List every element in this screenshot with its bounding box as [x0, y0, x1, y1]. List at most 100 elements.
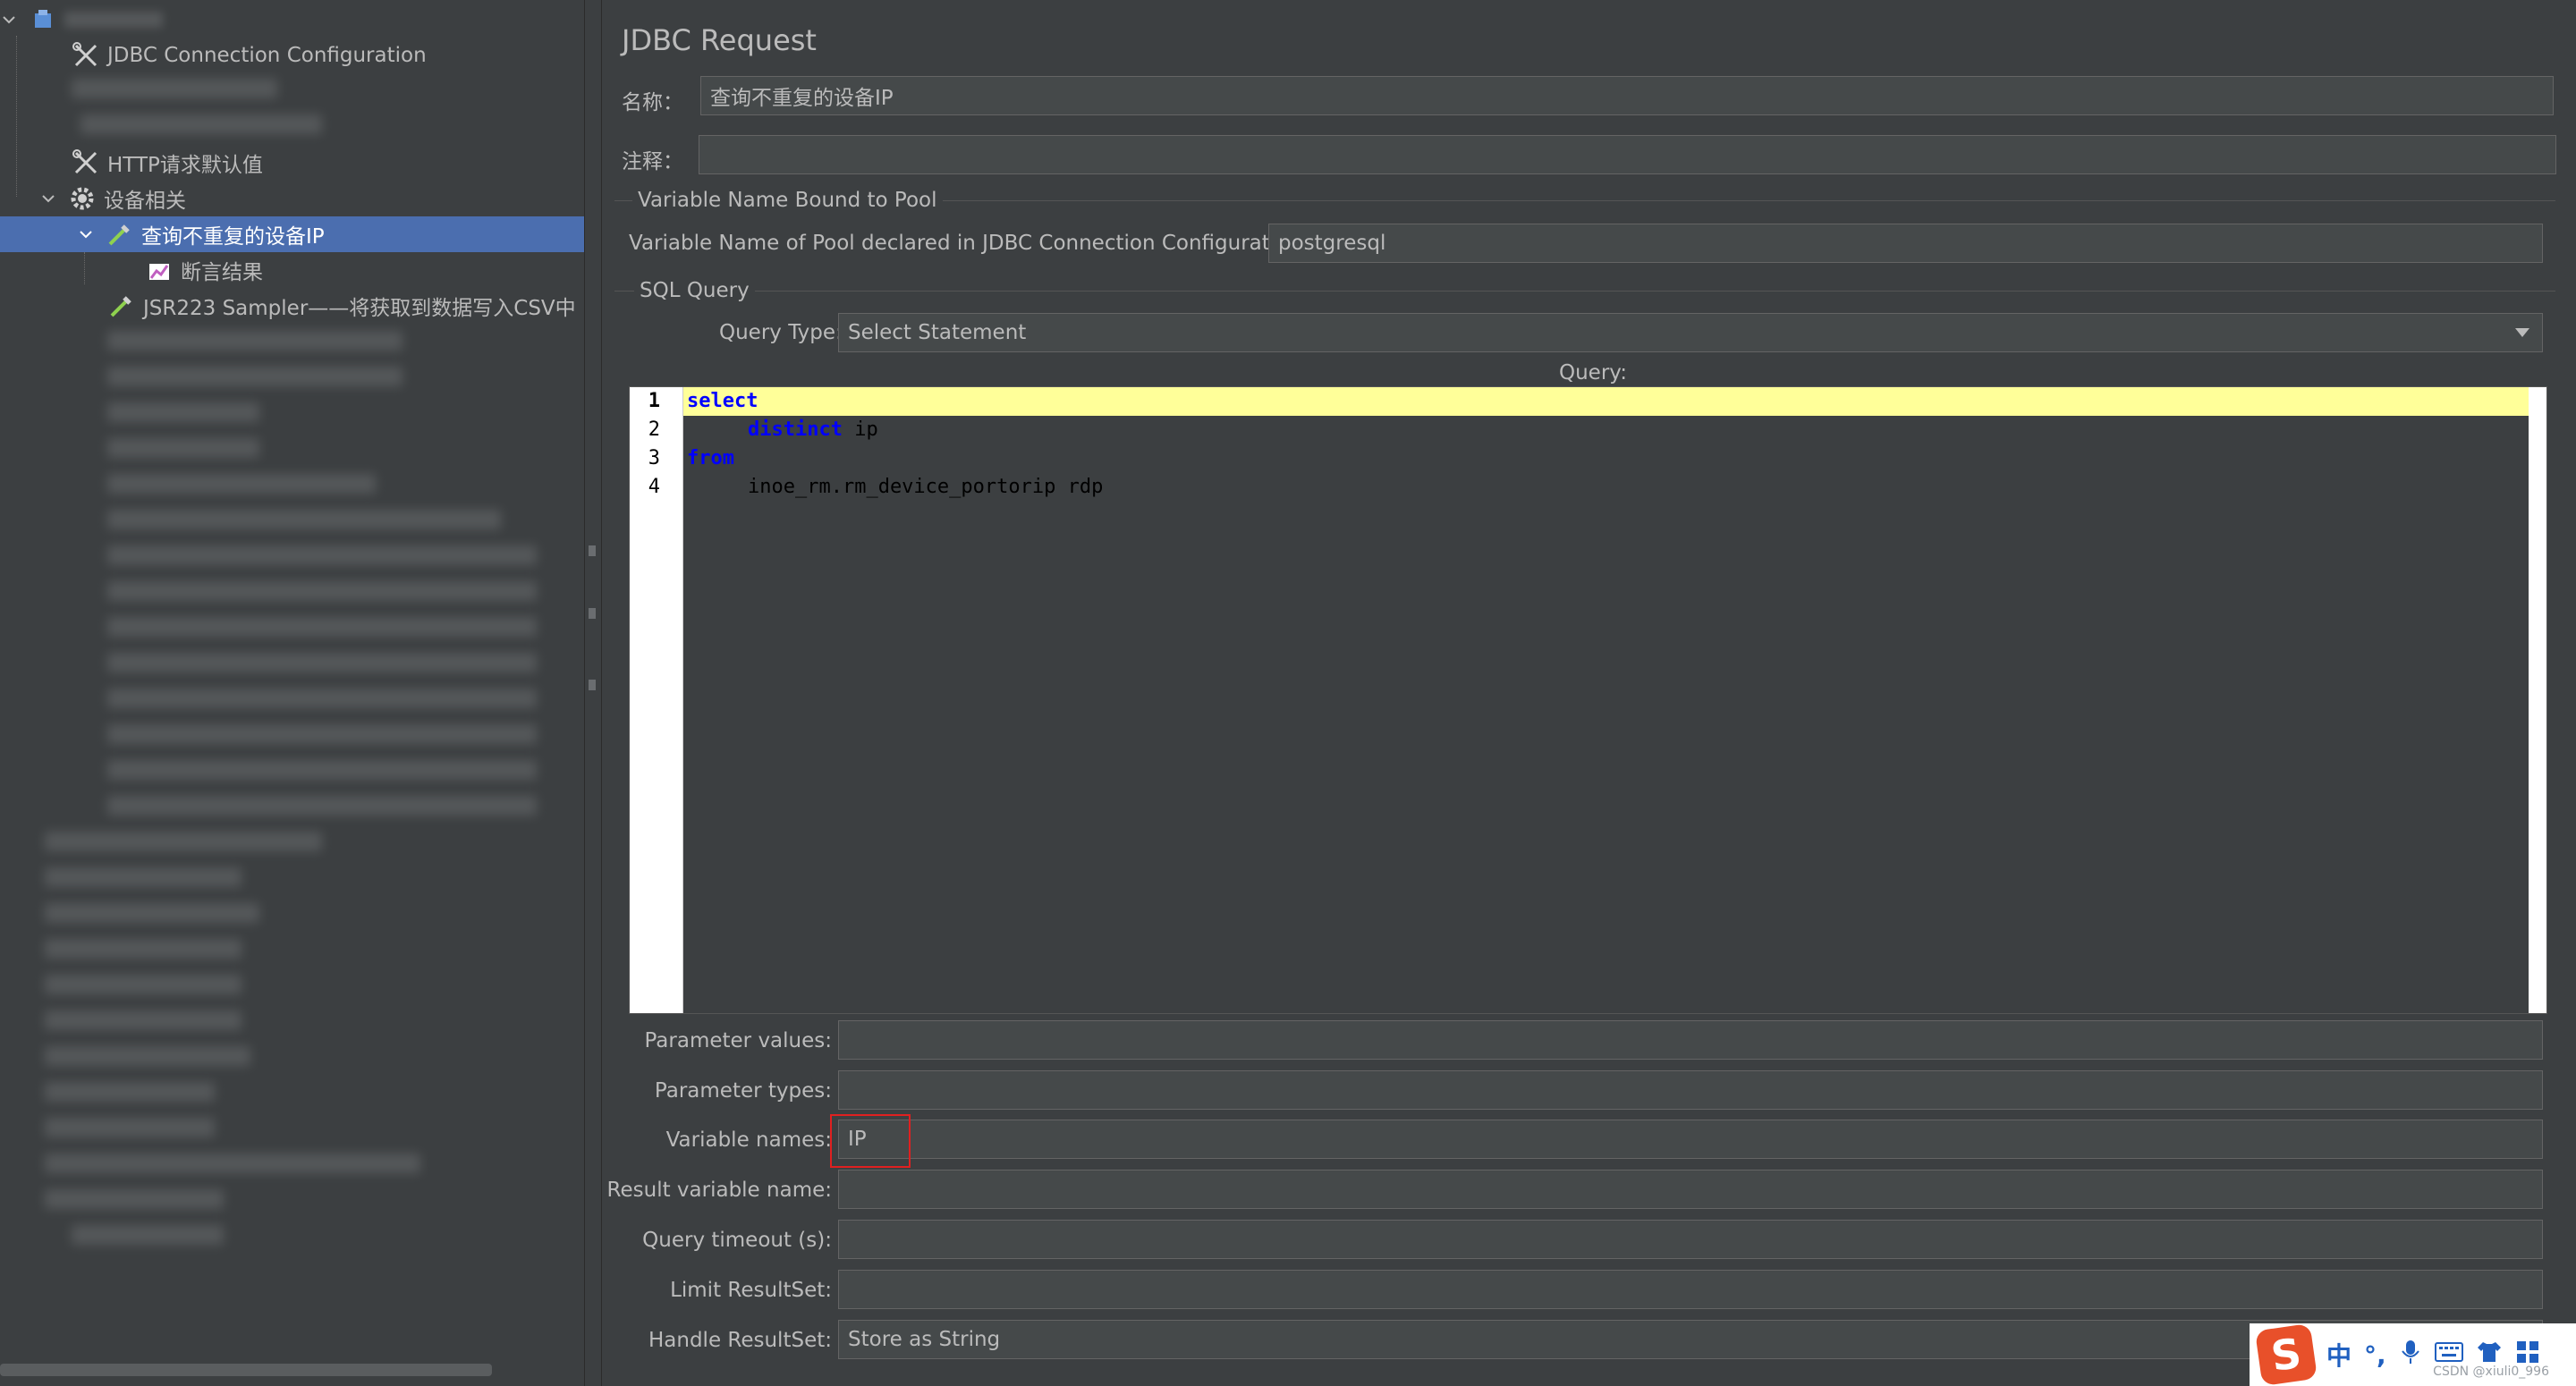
- tree-item-redacted: [107, 796, 537, 816]
- tree-item-redacted: [107, 331, 402, 351]
- tree-item-label: 查询不重复的设备IP: [141, 225, 325, 249]
- line-number: 3: [648, 447, 660, 469]
- tree-item-jdbc-request-selected[interactable]: 查询不重复的设备IP: [0, 216, 584, 252]
- code-text: ip: [842, 418, 878, 441]
- tree-item-redacted: [107, 689, 537, 708]
- limit-resultset-field[interactable]: [838, 1270, 2543, 1309]
- tree-item-assertion-results[interactable]: 断言结果: [143, 252, 263, 288]
- editor-vertical-scrollbar[interactable]: [2529, 387, 2546, 1013]
- tree-item-redacted: [45, 1189, 224, 1209]
- divider-grip[interactable]: [589, 545, 596, 556]
- divider-grip[interactable]: [589, 608, 596, 619]
- tree-item-label: 断言结果: [181, 261, 263, 284]
- tree-item-redacted: [107, 402, 259, 422]
- highlight-box: [830, 1114, 911, 1168]
- line-number: 4: [648, 476, 660, 498]
- code-line[interactable]: distinct ip: [683, 416, 2531, 444]
- name-label: 名称：: [622, 91, 683, 114]
- tree-root-label-redacted: [64, 12, 163, 28]
- tree-item-redacted: [107, 581, 537, 601]
- handle-resultset-label: Handle ResultSet:: [648, 1329, 832, 1352]
- split-pane-divider[interactable]: [584, 0, 602, 1386]
- code-text: inoe_rm.rm_device_portorip rdp: [748, 476, 1104, 498]
- tree-horizontal-scrollbar[interactable]: [0, 1364, 492, 1376]
- pool-name-field[interactable]: postgresql: [1268, 224, 2543, 263]
- code-line[interactable]: from: [683, 444, 2531, 473]
- tree-item-http-defaults[interactable]: HTTP请求默认值: [70, 145, 263, 181]
- tree-item-label: JDBC Connection Configuration: [107, 44, 427, 67]
- tree-item-label: 设备相关: [104, 190, 186, 213]
- panel-title: JDBC Request: [622, 23, 817, 57]
- tree-item-redacted: [45, 1046, 250, 1066]
- chevron-down-icon[interactable]: [0, 11, 18, 29]
- line-number: 2: [648, 418, 660, 441]
- gear-icon: [66, 182, 98, 215]
- tree-item-redacted: [107, 474, 376, 494]
- tree-item-redacted: [72, 1225, 224, 1245]
- divider-grip[interactable]: [589, 680, 596, 690]
- pipette-sampler-icon: [104, 218, 136, 250]
- group-divider: [614, 291, 2555, 292]
- parameter-types-field[interactable]: [838, 1070, 2543, 1110]
- query-label: Query:: [1559, 361, 1627, 385]
- variable-names-field[interactable]: IP: [838, 1120, 2543, 1159]
- tree-item-redacted: [45, 1082, 215, 1102]
- dropdown-arrow-icon[interactable]: [2515, 328, 2529, 337]
- watermark-text: CSDN @xiuli0_996: [2433, 1365, 2549, 1379]
- tree-item-redacted: [107, 760, 537, 780]
- sql-query-editor[interactable]: 1 2 3 4 select distinct ip from inoe_rm.…: [629, 386, 2547, 1014]
- wrench-screwdriver-icon: [70, 147, 102, 179]
- test-plan-tree[interactable]: JDBC Connection Configuration HTTP请求默认值 …: [0, 0, 584, 1386]
- result-variable-name-label: Result variable name:: [606, 1179, 832, 1202]
- tree-item-redacted: [80, 114, 322, 134]
- comment-field[interactable]: [699, 135, 2556, 174]
- test-plan-icon: [27, 4, 59, 36]
- tree-item-redacted: [45, 832, 322, 851]
- tree-item-redacted: [107, 545, 537, 565]
- tree-item-redacted: [107, 653, 537, 672]
- tree-item-redacted: [107, 510, 501, 529]
- tree-item-redacted: [45, 975, 242, 994]
- tree-item-redacted: [45, 1010, 242, 1030]
- pool-name-label: Variable Name of Pool declared in JDBC C…: [629, 232, 1309, 255]
- name-field[interactable]: 查询不重复的设备IP: [700, 76, 2554, 115]
- parameter-values-label: Parameter values:: [644, 1029, 832, 1052]
- wrench-screwdriver-icon: [70, 39, 102, 72]
- tree-item-jsr223-sampler[interactable]: JSR223 Sampler——将获取到数据写入CSV中: [106, 288, 576, 324]
- tree-item-thread-group[interactable]: 设备相关: [39, 181, 186, 216]
- query-type-select[interactable]: Select Statement: [838, 313, 2543, 352]
- sql-keyword: distinct: [748, 418, 843, 441]
- tree-item-redacted: [107, 438, 259, 458]
- pipette-sampler-icon: [106, 290, 138, 322]
- microphone-icon[interactable]: [2399, 1339, 2422, 1371]
- tree-item-redacted: [45, 903, 259, 923]
- chevron-down-icon[interactable]: [39, 190, 57, 207]
- tree-item-redacted: [107, 724, 537, 744]
- sql-keyword: from: [687, 447, 734, 469]
- query-timeout-label: Query timeout (s):: [642, 1229, 832, 1252]
- ime-punctuation-toggle[interactable]: °,: [2364, 1340, 2386, 1370]
- parameter-types-label: Parameter types:: [654, 1079, 832, 1103]
- tree-root-row[interactable]: [0, 2, 163, 38]
- sogou-logo-icon[interactable]: S: [2254, 1323, 2318, 1386]
- query-type-label: Query Type:: [719, 321, 843, 344]
- parameter-values-field[interactable]: [838, 1020, 2543, 1060]
- tree-item-redacted: [45, 1118, 215, 1137]
- line-number-gutter: 1 2 3 4: [630, 387, 683, 1013]
- tree-item-redacted: [45, 939, 242, 959]
- tree-item-redacted: [45, 1154, 420, 1173]
- tree-item-jdbc-connection-configuration[interactable]: JDBC Connection Configuration: [70, 38, 427, 73]
- ime-language-toggle[interactable]: 中: [2326, 1337, 2351, 1373]
- code-line[interactable]: select: [683, 387, 2531, 416]
- sql-keyword: select: [687, 390, 758, 412]
- result-variable-name-field[interactable]: [838, 1170, 2543, 1209]
- line-number: 1: [648, 390, 660, 412]
- code-line[interactable]: inoe_rm.rm_device_portorip rdp: [683, 473, 2531, 502]
- ime-toolbar[interactable]: S 中 °, CSDN @xiuli0_996: [2250, 1323, 2576, 1386]
- comment-label: 注释：: [622, 150, 683, 173]
- jdbc-request-panel: JDBC Request 名称： 查询不重复的设备IP 注释： Variable…: [602, 0, 2576, 1386]
- query-timeout-field[interactable]: [838, 1220, 2543, 1259]
- variable-names-label: Variable names:: [665, 1128, 832, 1152]
- sql-group-title: SQL Query: [634, 279, 755, 302]
- chevron-down-icon[interactable]: [77, 225, 95, 243]
